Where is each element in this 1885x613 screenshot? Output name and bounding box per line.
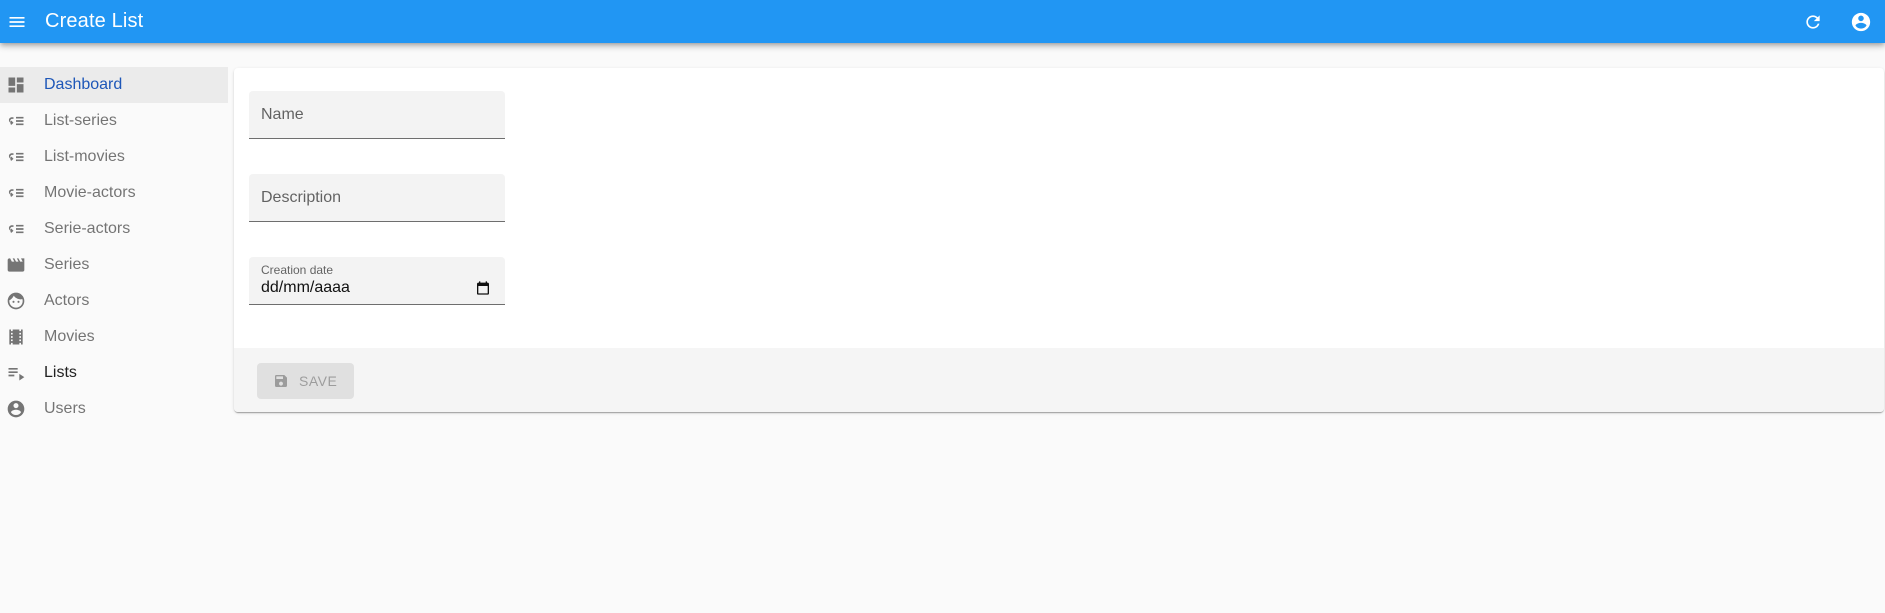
list-icon: [6, 183, 26, 203]
playlist-icon: [6, 363, 26, 383]
clapperboard-icon: [6, 255, 26, 275]
sidebar-item-list-movies[interactable]: List-movies: [0, 139, 228, 175]
list-icon: [6, 147, 26, 167]
create-form-card: Creation date dd/mm/aaaa SAVE: [234, 68, 1884, 412]
sidebar-item-label: List-series: [44, 112, 117, 129]
sidebar-item-label: List-movies: [44, 148, 125, 165]
calendar-icon[interactable]: [475, 280, 491, 296]
sidebar-item-label: Dashboard: [44, 76, 123, 93]
save-button[interactable]: SAVE: [257, 363, 354, 399]
sidebar-item-users[interactable]: Users: [0, 391, 228, 427]
sidebar-item-dashboard[interactable]: Dashboard: [0, 67, 228, 103]
account-circle-icon: [1851, 12, 1871, 31]
sidebar-item-movie-actors[interactable]: Movie-actors: [0, 175, 228, 211]
description-input[interactable]: [249, 174, 505, 221]
sidebar: Dashboard List-series List-movies Movie-…: [0, 67, 228, 427]
film-icon: [6, 327, 26, 347]
name-field: [249, 91, 505, 139]
name-input[interactable]: [249, 91, 505, 138]
sidebar-item-label: Movie-actors: [44, 184, 136, 201]
sidebar-item-label: Movies: [44, 328, 95, 345]
refresh-icon: [1806, 14, 1820, 29]
sidebar-item-label: Users: [44, 400, 86, 417]
sidebar-item-label: Actors: [44, 292, 90, 309]
account-circle-icon: [6, 399, 26, 419]
face-icon: [6, 291, 26, 311]
page-title: Create List: [45, 10, 144, 32]
description-field: [249, 174, 505, 222]
refresh-button[interactable]: [1789, 3, 1837, 41]
app-bar: Create List: [0, 0, 1885, 43]
sidebar-item-label: Serie-actors: [44, 220, 131, 237]
sidebar-item-series[interactable]: Series: [0, 247, 228, 283]
list-icon: [6, 111, 26, 131]
sidebar-item-actors[interactable]: Actors: [0, 283, 228, 319]
list-icon: [6, 219, 26, 239]
creation-date-field[interactable]: Creation date dd/mm/aaaa: [249, 257, 505, 305]
sidebar-item-movies[interactable]: Movies: [0, 319, 228, 355]
menu-icon: [9, 16, 25, 27]
sidebar-item-label: Lists: [44, 364, 77, 381]
account-button[interactable]: [1837, 3, 1885, 41]
save-button-label: SAVE: [299, 373, 338, 389]
save-icon: [273, 373, 289, 389]
dashboard-icon: [6, 75, 26, 95]
sidebar-item-serie-actors[interactable]: Serie-actors: [0, 211, 228, 247]
creation-date-label: Creation date: [261, 263, 334, 277]
menu-button[interactable]: [0, 3, 34, 41]
form-toolbar: SAVE: [234, 348, 1884, 412]
sidebar-item-list-series[interactable]: List-series: [0, 103, 228, 139]
sidebar-item-label: Series: [44, 256, 90, 273]
sidebar-item-lists[interactable]: Lists: [0, 355, 228, 391]
creation-date-input[interactable]: dd/mm/aaaa: [261, 279, 350, 297]
